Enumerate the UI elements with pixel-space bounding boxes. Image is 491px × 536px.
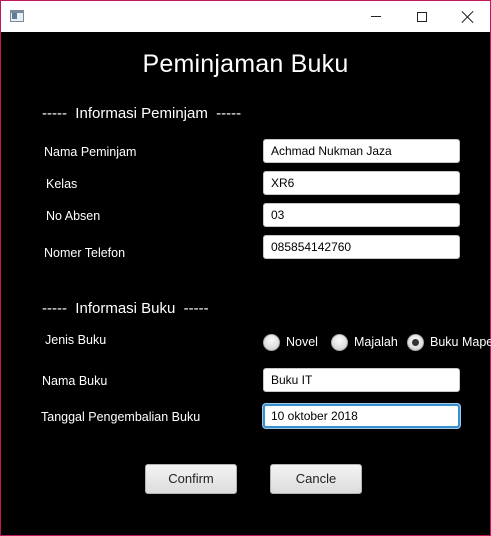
radio-majalah-label: Majalah xyxy=(354,335,398,349)
nama-buku-input[interactable] xyxy=(263,368,460,392)
radio-novel[interactable]: Novel xyxy=(263,332,318,352)
radio-buku-mapel-label: Buku Mapel xyxy=(430,335,491,349)
jenis-buku-label: Jenis Buku xyxy=(45,333,107,347)
radio-majalah-indicator xyxy=(331,333,348,351)
cancel-button[interactable]: Cancle xyxy=(270,464,362,494)
title-bar xyxy=(1,1,490,32)
nama-peminjam-input[interactable] xyxy=(263,139,460,163)
tanggal-pengembalian-input[interactable] xyxy=(263,404,460,428)
maximize-button[interactable] xyxy=(399,1,445,32)
minimize-button[interactable] xyxy=(353,1,399,32)
borrower-section-heading: ----- Informasi Peminjam ----- xyxy=(42,105,242,122)
maximize-icon xyxy=(417,11,427,22)
no-absen-label: No Absen xyxy=(46,209,101,223)
radio-buku-mapel-indicator xyxy=(407,333,424,351)
radio-majalah[interactable]: Majalah xyxy=(331,332,398,352)
page-title: Peminjaman Buku xyxy=(142,50,349,78)
no-absen-input[interactable] xyxy=(263,203,460,227)
app-window: Peminjaman Buku ----- Informasi Peminjam… xyxy=(0,0,491,536)
tanggal-pengembalian-label: Tanggal Pengembalian Buku xyxy=(41,410,201,424)
radio-novel-indicator xyxy=(263,333,280,351)
minimize-icon xyxy=(371,16,381,17)
nomer-telefon-input[interactable] xyxy=(263,235,460,259)
nomer-telefon-label: Nomer Telefon xyxy=(44,246,126,260)
confirm-button[interactable]: Confirm xyxy=(145,464,237,494)
app-icon xyxy=(10,10,24,22)
close-button[interactable] xyxy=(445,1,491,32)
nama-peminjam-label: Nama Peminjam xyxy=(44,145,137,159)
radio-novel-label: Novel xyxy=(286,335,318,349)
book-section-heading: ----- Informasi Buku ----- xyxy=(42,300,209,317)
kelas-input[interactable] xyxy=(263,171,460,195)
form-panel: Peminjaman Buku ----- Informasi Peminjam… xyxy=(1,32,491,535)
radio-buku-mapel[interactable]: Buku Mapel xyxy=(407,332,491,352)
nama-buku-label: Nama Buku xyxy=(42,374,108,388)
close-icon xyxy=(462,11,474,23)
kelas-label: Kelas xyxy=(46,177,78,191)
